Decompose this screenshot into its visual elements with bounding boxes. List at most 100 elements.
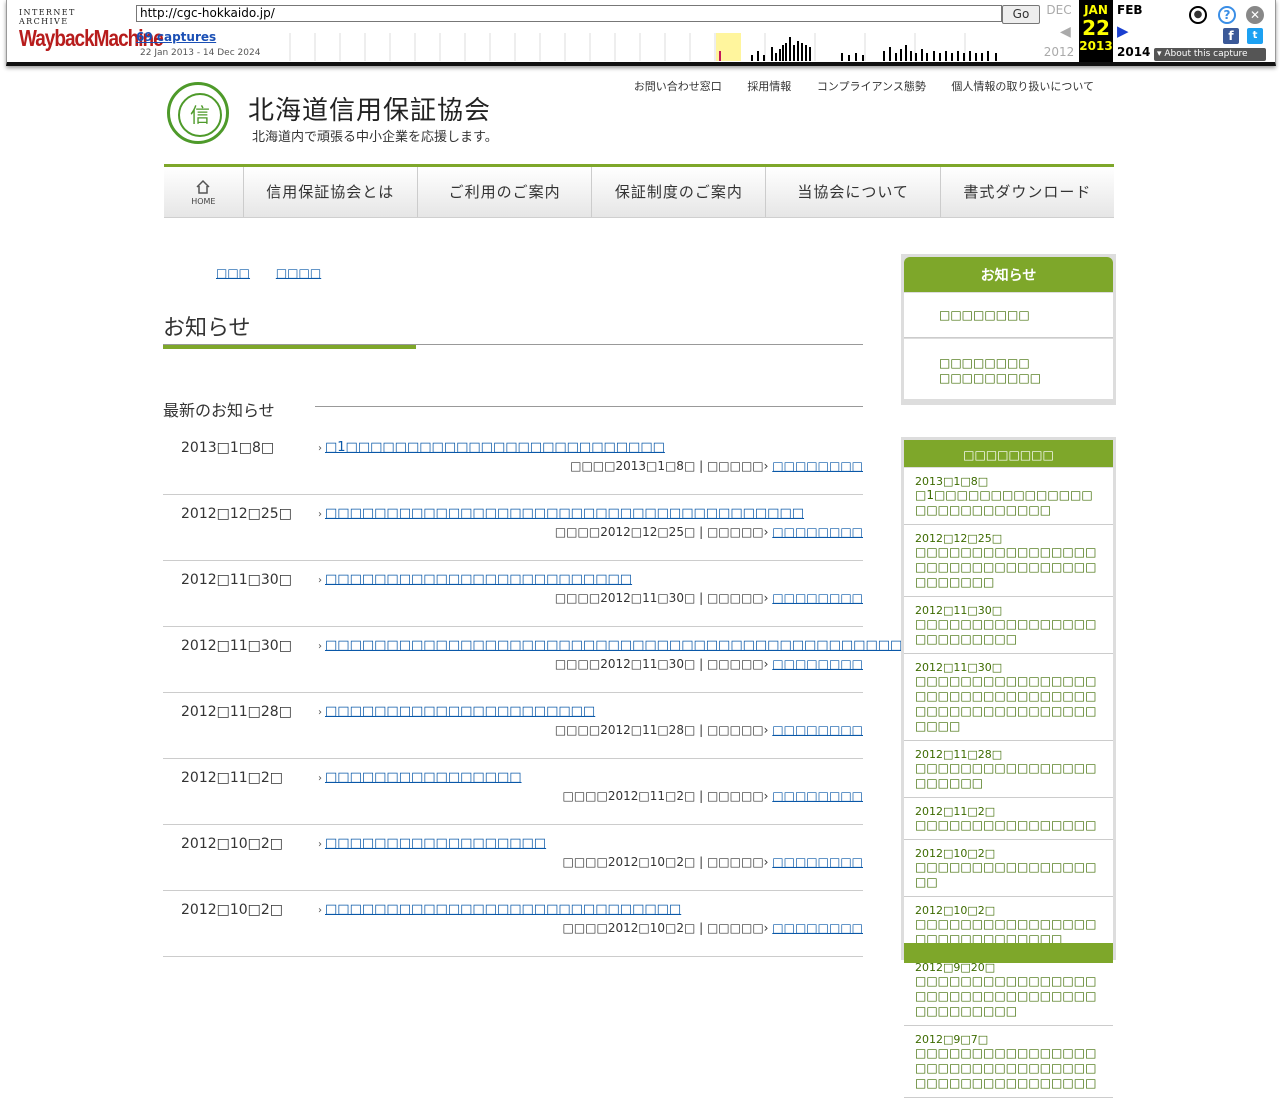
news-category-link[interactable]: □□□□□□□□ — [772, 657, 863, 671]
sidebar-item-title[interactable]: □1□□□□□□□□□□□□□□□□□□□□□□□□□□ — [915, 488, 1103, 518]
sidebar-item-date: 2012□10□2□ — [915, 904, 996, 917]
news-title-link[interactable]: □□□□□□□□□□□□□□□□ — [325, 770, 522, 785]
site-name[interactable]: 北海道信用保証協会 — [248, 90, 491, 127]
news-category-link[interactable]: □□□□□□□□ — [772, 591, 863, 605]
nav-home[interactable]: HOME — [164, 167, 244, 217]
sidebar-item-title[interactable]: □□□□□□□□□□□□□□□□ □□□□□□□□□□□□□□□□□□□□□□□… — [915, 1046, 1103, 1091]
wayback-prev-month[interactable]: DEC — [1041, 3, 1077, 17]
chevron-right-icon: › — [318, 443, 322, 454]
wayback-about-button[interactable]: ▾ About this capture — [1154, 48, 1266, 61]
wayback-toolbar: INTERNET ARCHIVE WaybackMachine http://c… — [6, 0, 1276, 66]
sidebar-item-date: 2012□10□2□ — [915, 847, 996, 860]
prev-arrow-icon[interactable]: ◀ — [1060, 24, 1071, 40]
next-arrow-icon[interactable]: ▶ — [1117, 22, 1129, 40]
news-row: 2013□1□8□ › □1□□□□□□□□□□□□□□□□□□□□□□□□□□ … — [163, 430, 863, 495]
account-icon[interactable]: ● — [1189, 6, 1207, 24]
util-link-compliance[interactable]: コンプライアンス態勢 — [817, 80, 926, 93]
sidebar-menu-item[interactable]: □□□□□□□□ — [904, 293, 1113, 338]
sidebar-item-title[interactable]: □□□□□□□□□□□□□□□□□□ — [915, 860, 1103, 890]
wayback-next-year[interactable]: 2014 — [1117, 45, 1150, 59]
chevron-right-icon: › — [763, 789, 769, 803]
chevron-right-icon: › — [318, 509, 322, 520]
chevron-right-icon: › — [318, 707, 322, 718]
sidebar-recent-item[interactable]: 2012□12□25□ □□□□□□□□□□□□□□□□□□□□□□□□□□□□□… — [904, 525, 1113, 597]
wayback-logo-top: INTERNET ARCHIVE — [19, 8, 76, 26]
help-icon[interactable]: ? — [1218, 6, 1236, 24]
page-title: お知らせ — [163, 316, 251, 341]
sidebar-item-date: 2012□11□2□ — [915, 805, 996, 818]
breadcrumb-link-2[interactable]: □□□□ — [276, 266, 321, 280]
sidebar-item-title[interactable]: □□□□□□□□□□□□□□□□□□□□□□□□□□□□□□□□□□□□□□□ — [915, 545, 1103, 590]
news-meta: □□□□2012□12□25□ | □□□□□ — [554, 525, 764, 539]
sidebar-recent-item[interactable]: 2012□11□2□ □□□□□□□□□□□□□□□□ — [904, 798, 1113, 840]
news-list: 2013□1□8□ › □1□□□□□□□□□□□□□□□□□□□□□□□□□□ … — [163, 430, 964, 958]
sidebar-recent-item[interactable]: 2012□11□28□ □□□□□□□□□□□□□□□□□□□□□□ — [904, 741, 1113, 798]
news-meta: □□□□2012□10□2□ | □□□□□ — [562, 921, 764, 935]
wayback-url-input[interactable]: http://cgc-hokkaido.jp/ — [136, 5, 1002, 22]
news-meta: □□□□2012□11□30□ | □□□□□ — [554, 657, 764, 671]
news-category-link[interactable]: □□□□□□□□ — [772, 855, 863, 869]
nav-item-system[interactable]: 保証制度のご案内 — [592, 167, 767, 217]
util-link-contact[interactable]: お問い合わせ窓口 — [634, 80, 722, 93]
news-row: 2012□11□28□ › □□□□□□□□□□□□□□□□□□□□□□ □□□□… — [163, 694, 863, 759]
news-title-link[interactable]: □1□□□□□□□□□□□□□□□□□□□□□□□□□□ — [325, 440, 665, 455]
chevron-right-icon: › — [318, 773, 322, 784]
news-title-link[interactable]: □□□□□□□□□□□□□□□□□□□□□□□□□□□□□ — [325, 902, 681, 917]
title-accent-bar — [163, 345, 416, 349]
util-link-privacy[interactable]: 個人情報の取り扱いについて — [951, 80, 1094, 93]
wayback-prev-year[interactable]: 2012 — [1041, 45, 1077, 59]
facebook-icon[interactable]: f — [1223, 28, 1239, 44]
sidebar-recent-item[interactable]: 2013□1□8□ □1□□□□□□□□□□□□□□□□□□□□□□□□□□ — [904, 468, 1113, 525]
chevron-right-icon: › — [763, 525, 769, 539]
wayback-cur-day: 22 — [1082, 16, 1110, 40]
sidebar-recent-item[interactable]: 2012□11□30□ □□□□□□□□□□□□□□□□□□□□□□□□□□□□□… — [904, 654, 1113, 741]
news-title-link[interactable]: □□□□□□□□□□□□□□□□□□□□□□□□□ — [325, 572, 632, 587]
chevron-right-icon: › — [763, 591, 769, 605]
sidebar-item-title[interactable]: □□□□□□□□□□□□□□□□□□□□□□□□□□□□□□□□□□□□□□□□… — [915, 974, 1103, 1019]
news-row: 2012□10□2□ › □□□□□□□□□□□□□□□□□□□□□□□□□□□□… — [163, 892, 863, 957]
news-meta: □□□□2012□11□2□ | □□□□□ — [562, 789, 764, 803]
close-icon[interactable]: ✕ — [1246, 6, 1264, 24]
news-date: 2012□12□25□ — [181, 506, 292, 522]
news-title-link[interactable]: □□□□□□□□□□□□□□□□□□□□□□□□□□□□□□□□□□□□□□□□… — [325, 638, 964, 653]
sidebar-recent-item[interactable]: 2012□9□20□ □□□□□□□□□□□□□□□□□□□□□□□□□□□□□□… — [904, 954, 1113, 1026]
news-title-link[interactable]: □□□□□□□□□□□□□□□□□□□□□□□□□□□□□□□□□□□□□□□ — [325, 506, 804, 521]
nav-item-association[interactable]: 当協会について — [766, 167, 941, 217]
sidebar-item-title[interactable]: □□□□□□□□□□□□□□□□□□□□□□ — [915, 761, 1103, 791]
section-divider — [315, 406, 863, 407]
news-category-link[interactable]: □□□□□□□□ — [772, 789, 863, 803]
nav-item-about-cgc[interactable]: 信用保証協会とは — [244, 167, 418, 217]
news-date: 2012□10□2□ — [181, 836, 284, 852]
sidebar-recent-item[interactable]: 2012□9□7□ □□□□□□□□□□□□□□□□ □□□□□□□□□□□□□□… — [904, 1026, 1113, 1098]
sidebar-item-date: 2012□12□25□ — [915, 532, 1003, 545]
news-category-link[interactable]: □□□□□□□□ — [772, 525, 863, 539]
wayback-next-month[interactable]: FEB — [1117, 3, 1143, 17]
breadcrumb-link-1[interactable]: □□□ — [216, 266, 250, 280]
sidebar-item-title[interactable]: □□□□□□□□□□□□□□□□ — [915, 818, 1103, 833]
sidebar-recent-heading: □□□□□□□□ — [904, 440, 1113, 467]
breadcrumb: □□□ □□□□ — [216, 266, 343, 280]
news-title-link[interactable]: □□□□□□□□□□□□□□□□□□ — [325, 836, 546, 851]
section-title: 最新のお知らせ — [163, 401, 275, 420]
news-title-link[interactable]: □□□□□□□□□□□□□□□□□□□□□□ — [325, 704, 595, 719]
news-category-link[interactable]: □□□□□□□□ — [772, 921, 863, 935]
chevron-right-icon: › — [318, 839, 322, 850]
wayback-sparkline[interactable] — [285, 33, 1015, 61]
sidebar-menu-item[interactable]: □□□□□□□□ □□□□□□□□□ — [904, 339, 1113, 399]
nav-item-guide[interactable]: ご利用のご案内 — [418, 167, 593, 217]
nav-item-download[interactable]: 書式ダウンロード — [941, 167, 1114, 217]
twitter-icon[interactable]: t — [1247, 28, 1263, 44]
news-category-link[interactable]: □□□□□□□□ — [772, 459, 863, 473]
wayback-captures-link[interactable]: 69 captures — [136, 30, 216, 44]
sidebar-recent-item[interactable]: 2012□11□30□ □□□□□□□□□□□□□□□□□□□□□□□□□ — [904, 597, 1113, 654]
wayback-go-button[interactable]: Go — [1002, 5, 1040, 24]
wayback-logo[interactable]: INTERNET ARCHIVE WaybackMachine — [19, 8, 164, 52]
news-date: 2012□11□2□ — [181, 770, 284, 786]
sidebar-item-title[interactable]: □□□□□□□□□□□□□□□□□□□□□□□□□ — [915, 617, 1103, 647]
news-date: 2012□10□2□ — [181, 902, 284, 918]
site-logo-icon[interactable]: 信 — [167, 82, 229, 144]
sidebar-item-title[interactable]: □□□□□□□□□□□□□□□□□□□□□□□□□□□□□□□□□□□□□□□□… — [915, 674, 1103, 734]
sidebar-recent-item[interactable]: 2012□10□2□ □□□□□□□□□□□□□□□□□□ — [904, 840, 1113, 897]
util-link-recruit[interactable]: 採用情報 — [747, 80, 791, 93]
news-category-link[interactable]: □□□□□□□□ — [772, 723, 863, 737]
